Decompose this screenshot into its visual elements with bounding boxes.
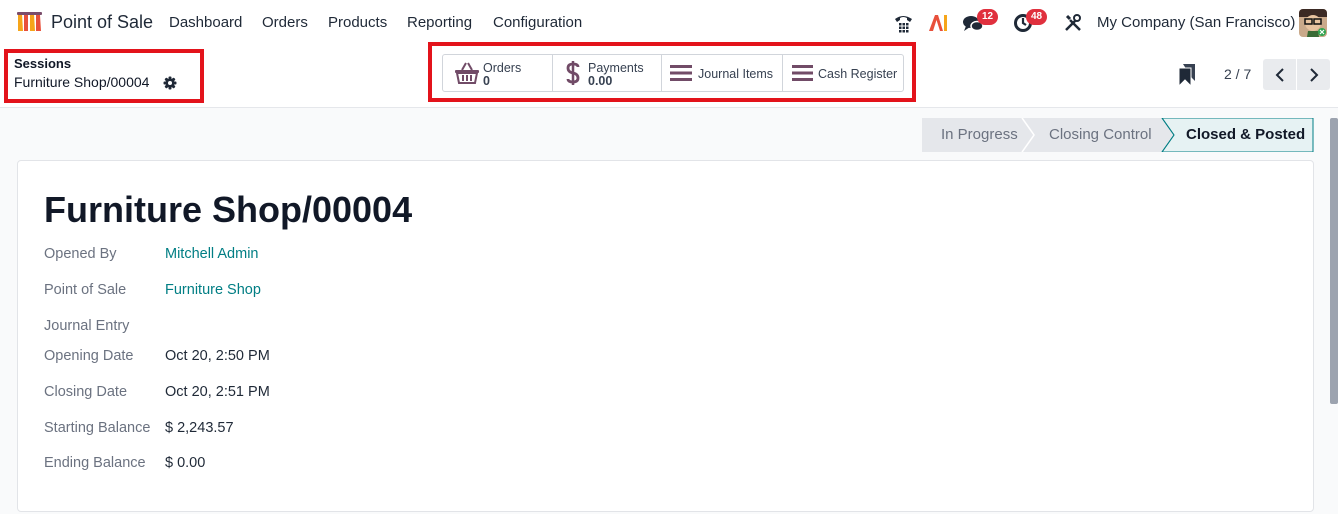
- cash-register-smart-button[interactable]: Cash Register: [783, 55, 903, 91]
- list-icon: [670, 65, 692, 81]
- closing-date-label: Closing Date: [44, 384, 128, 400]
- pager-next-button[interactable]: [1297, 59, 1330, 90]
- opening-date-label: Opening Date: [44, 348, 134, 364]
- bookmark-icon[interactable]: [1178, 64, 1195, 86]
- stage-closing-control[interactable]: Closing Control: [1049, 118, 1152, 152]
- opened-by-value[interactable]: Mitchell Admin: [165, 246, 258, 262]
- starting-balance-value: $ 2,243.57: [165, 420, 234, 436]
- list-icon: [792, 65, 813, 81]
- cash-register-label: Cash Register: [818, 67, 898, 81]
- company-switcher[interactable]: My Company (San Francisco): [1097, 14, 1295, 31]
- point-of-sale-value[interactable]: Furniture Shop: [165, 282, 261, 298]
- chevron-left-icon: [1275, 67, 1284, 82]
- payments-smart-button[interactable]: Payments 0.00: [553, 55, 662, 91]
- breadcrumb-current: Furniture Shop/00004: [14, 74, 150, 90]
- phone-icon[interactable]: [893, 13, 914, 33]
- activity-badge: 48: [1026, 9, 1048, 25]
- journal-items-label: Journal Items: [698, 67, 774, 81]
- ending-balance-value: $ 0.00: [165, 455, 206, 471]
- form-sheet: Furniture Shop/00004 Opened By Mitchell …: [17, 160, 1314, 512]
- pager-value[interactable]: 2 / 7: [1224, 66, 1251, 82]
- record-title: Furniture Shop/00004: [44, 189, 413, 230]
- orders-count: 0: [483, 74, 490, 88]
- journal-items-smart-button[interactable]: Journal Items: [662, 55, 783, 91]
- payments-label: Payments: [588, 61, 644, 75]
- point-of-sale-label: Point of Sale: [44, 282, 127, 298]
- basket-icon: [455, 62, 479, 84]
- journal-entry-label: Journal Entry: [44, 318, 130, 334]
- menu-products[interactable]: Products: [328, 14, 387, 31]
- menu-reporting[interactable]: Reporting: [407, 14, 472, 31]
- tools-icon[interactable]: [1064, 14, 1082, 32]
- pager-previous-button[interactable]: [1263, 59, 1296, 90]
- ending-balance-label: Ending Balance: [44, 455, 146, 471]
- orders-smart-button[interactable]: Orders 0: [443, 55, 553, 91]
- stage-in-progress[interactable]: In Progress: [941, 118, 1018, 152]
- opened-by-label: Opened By: [44, 246, 117, 262]
- top-navbar: Point of Sale Dashboard Orders Products …: [0, 0, 1338, 46]
- pos-app-icon[interactable]: [16, 12, 43, 33]
- gear-icon[interactable]: [163, 76, 177, 90]
- menu-dashboard[interactable]: Dashboard: [169, 14, 242, 31]
- menu-orders[interactable]: Orders: [262, 14, 308, 31]
- chat-badge: 12: [977, 9, 999, 25]
- payments-amount: 0.00: [588, 74, 613, 88]
- breadcrumb-parent[interactable]: Sessions: [14, 56, 71, 71]
- chevron-right-icon: [1309, 67, 1318, 82]
- smart-buttons: Orders 0 Payments 0.00 Journal Items Cas…: [442, 54, 904, 92]
- orders-label: Orders: [483, 61, 522, 75]
- starting-balance-label: Starting Balance: [44, 420, 151, 436]
- opening-date-value: Oct 20, 2:50 PM: [165, 348, 270, 364]
- scrollbar[interactable]: [1330, 118, 1338, 404]
- dollar-icon: [566, 61, 580, 85]
- control-panel: Sessions Furniture Shop/00004 Orders 0 P…: [0, 42, 1338, 108]
- menu-configuration[interactable]: Configuration: [493, 14, 582, 31]
- stage-closed-posted: Closed & Posted: [1186, 126, 1306, 143]
- ai-icon[interactable]: [928, 14, 948, 32]
- user-avatar[interactable]: [1299, 9, 1327, 37]
- closing-date-value: Oct 20, 2:51 PM: [165, 384, 270, 400]
- app-name[interactable]: Point of Sale: [51, 12, 153, 33]
